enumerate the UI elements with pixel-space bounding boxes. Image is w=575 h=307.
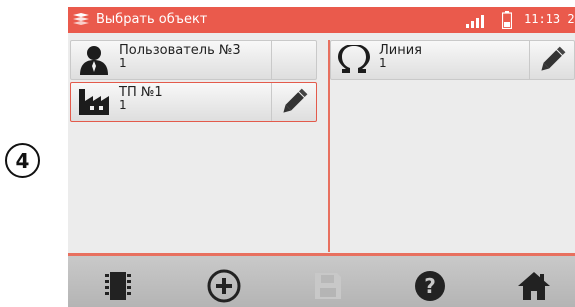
add-icon — [207, 269, 241, 303]
svg-text:?: ? — [424, 274, 436, 298]
home-icon — [518, 272, 550, 300]
save-button[interactable] — [308, 268, 348, 304]
home-button[interactable] — [514, 268, 554, 304]
battery-icon — [501, 11, 513, 33]
edit-button[interactable] — [529, 41, 574, 79]
add-button[interactable] — [204, 268, 244, 304]
memory-icon — [105, 272, 131, 300]
pencil-icon — [541, 46, 566, 71]
object-item-user[interactable]: Пользователь №3 1 — [70, 40, 317, 80]
bottom-toolbar: ? — [68, 253, 575, 307]
save-icon — [315, 273, 341, 299]
step-marker: 4 — [5, 143, 40, 178]
top-status-bar: Выбрать объект 11:13 2019.02.11 — [68, 7, 575, 33]
object-name: Пользователь №3 — [119, 43, 241, 58]
left-object-panel: Пользователь №3 1 ТП №1 1 — [70, 40, 328, 252]
object-item-line[interactable]: Линия 1 — [330, 40, 575, 80]
right-object-panel: Линия 1 — [330, 40, 575, 252]
empty-action-slot — [271, 41, 316, 79]
object-number: 1 — [119, 98, 127, 112]
signal-bars-icon — [466, 13, 488, 32]
factory-icon — [77, 87, 111, 121]
screen-title: Выбрать объект — [96, 12, 208, 27]
edit-button[interactable] — [271, 83, 316, 121]
omega-icon — [337, 44, 371, 79]
help-button[interactable]: ? — [410, 268, 450, 304]
person-icon — [77, 45, 111, 79]
wave-logo-icon — [72, 12, 90, 31]
memory-button[interactable] — [98, 268, 138, 304]
device-screen: Выбрать объект 11:13 2019.02.11 — [68, 7, 575, 307]
object-number: 1 — [379, 56, 387, 70]
help-icon: ? — [415, 271, 445, 301]
pencil-icon — [283, 88, 308, 113]
object-item-substation[interactable]: ТП №1 1 — [70, 82, 317, 122]
clock-display: 11:13 2019.02.11 — [524, 12, 575, 26]
object-number: 1 — [119, 56, 127, 70]
